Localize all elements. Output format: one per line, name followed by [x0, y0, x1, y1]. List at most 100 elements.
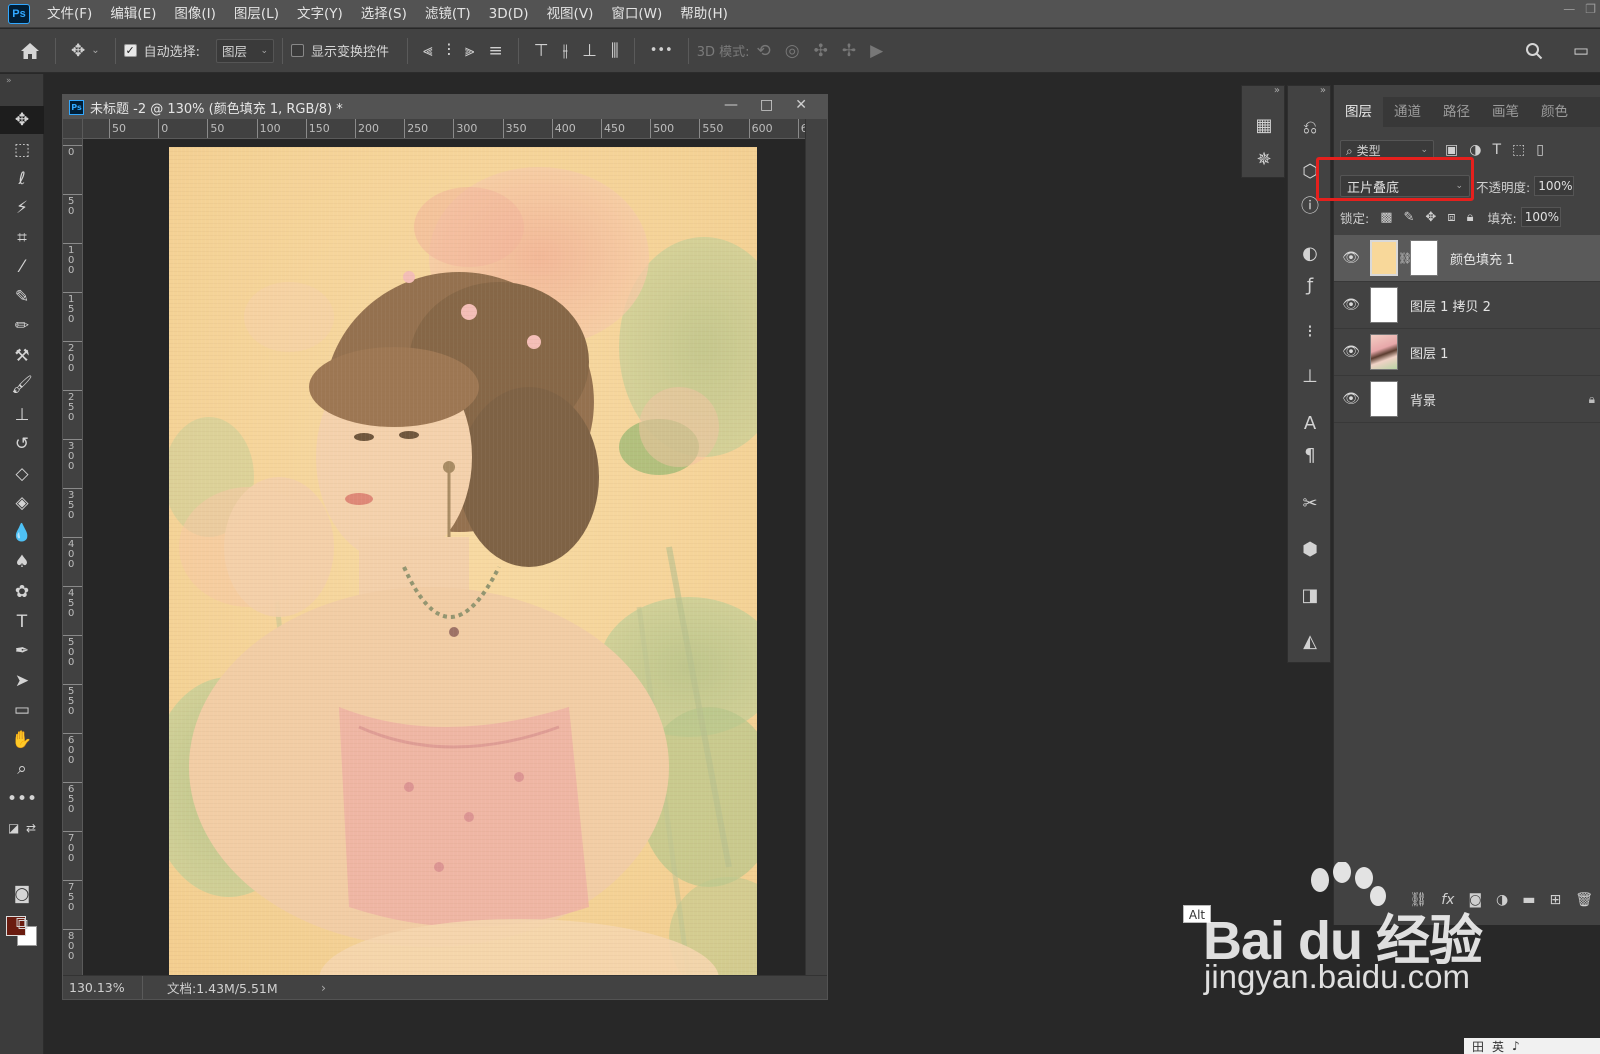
- new-adjustment-layer-icon[interactable]: ◑: [1496, 892, 1508, 908]
- distribute-vertical-icon[interactable]: ≡: [488, 41, 502, 61]
- path-selection-tool-icon[interactable]: ➤: [0, 667, 44, 695]
- punctuation-icon[interactable]: ♪: [1512, 1039, 1520, 1053]
- doc-close-icon[interactable]: ✕: [795, 97, 807, 113]
- 3d-roll-icon[interactable]: ◎: [785, 41, 800, 61]
- ime-language[interactable]: 英: [1492, 1038, 1504, 1054]
- ime-toolbar[interactable]: 田 英 ♪: [1464, 1038, 1600, 1054]
- paint-bucket-tool-icon[interactable]: ◈: [0, 489, 44, 517]
- lock-all-icon[interactable]: 🔒︎: [1467, 210, 1474, 225]
- history-brush-tool-icon[interactable]: ↺: [0, 430, 44, 458]
- chain-link-icon[interactable]: ⛓︎: [1398, 252, 1412, 265]
- align-bottom-icon[interactable]: ⊥: [582, 41, 597, 61]
- menu-file[interactable]: 文件(F): [38, 0, 101, 28]
- character-icon[interactable]: A: [1288, 408, 1332, 438]
- show-transform-checkbox[interactable]: [291, 44, 305, 57]
- type-tool-icon[interactable]: T: [0, 608, 44, 636]
- doc-minimize-icon[interactable]: —: [724, 97, 738, 113]
- blur-tool-icon[interactable]: 💧: [0, 519, 44, 547]
- lock-image-icon[interactable]: ✎: [1404, 210, 1415, 225]
- tool-presets-icon[interactable]: ✂: [1288, 488, 1332, 518]
- layer-mask-thumbnail[interactable]: [1410, 240, 1438, 276]
- auto-select-checkbox[interactable]: [123, 44, 137, 57]
- tab-color[interactable]: 颜色: [1530, 97, 1579, 127]
- 3d-camera-icon[interactable]: ▶: [870, 41, 883, 61]
- lock-icon[interactable]: 🔒︎: [1589, 392, 1595, 407]
- brush-tool-icon[interactable]: 🖌: [0, 371, 44, 399]
- align-middle-v-icon[interactable]: ⫲: [563, 41, 569, 61]
- menu-filter[interactable]: 滤镜(T): [416, 0, 480, 28]
- filter-type-icon[interactable]: T: [1492, 142, 1501, 158]
- lock-artboard-icon[interactable]: ⧈: [1447, 210, 1455, 225]
- filter-smart-object-icon[interactable]: ▯: [1536, 142, 1544, 158]
- more-tools-icon[interactable]: •••: [0, 785, 44, 813]
- more-options-icon[interactable]: •••: [650, 43, 673, 58]
- eyedropper-tool-icon[interactable]: ⁄: [0, 253, 44, 281]
- visibility-eye-icon[interactable]: 👁︎: [1334, 391, 1368, 407]
- doc-maximize-icon[interactable]: □: [760, 97, 773, 113]
- layer-row-layer1[interactable]: 👁︎ 图层 1: [1334, 329, 1600, 376]
- 3d-cube-icon[interactable]: ⬢: [1288, 534, 1332, 564]
- menu-select[interactable]: 选择(S): [352, 0, 416, 28]
- collapse-icon[interactable]: »: [1288, 86, 1332, 98]
- rectangle-tool-icon[interactable]: ▭: [0, 696, 44, 724]
- distribute-horizontal-icon[interactable]: ⫼: [611, 41, 619, 61]
- layer-row-background[interactable]: 👁︎ 背景 🔒︎: [1334, 376, 1600, 423]
- hand-tool-icon[interactable]: ✋: [0, 726, 44, 754]
- new-layer-icon[interactable]: ⊞: [1549, 892, 1561, 908]
- dodge-tool-icon[interactable]: ♠: [0, 548, 44, 576]
- magic-wand-tool-icon[interactable]: ⚡: [0, 194, 44, 222]
- filter-adjustment-icon[interactable]: ◑: [1469, 142, 1481, 158]
- 3d-orbit-icon[interactable]: ⟲: [757, 41, 771, 61]
- move-tool-preset-icon[interactable]: ✥ ⌄: [71, 41, 100, 61]
- menu-3d[interactable]: 3D(D): [480, 0, 538, 28]
- tab-brushes[interactable]: 画笔: [1481, 97, 1530, 127]
- new-group-icon[interactable]: ▬: [1522, 892, 1535, 908]
- info-icon[interactable]: ⓘ: [1288, 190, 1332, 220]
- align-center-h-icon[interactable]: ⫶: [447, 41, 451, 61]
- lasso-tool-icon[interactable]: ℓ: [0, 165, 44, 193]
- horizontal-ruler[interactable]: 5005010015020025030035040045050055060065: [83, 119, 805, 139]
- swap-colors-icon[interactable]: ◪ ⇄: [0, 814, 44, 842]
- collapse-icon[interactable]: »: [6, 76, 12, 86]
- 3d-object-icon[interactable]: ⬡: [1288, 156, 1332, 186]
- minimize-icon[interactable]: —: [1563, 2, 1575, 16]
- brush-settings-icon[interactable]: ⁝: [1288, 316, 1332, 346]
- stamp-tool-icon[interactable]: ⊥: [0, 401, 44, 429]
- pencil-tool-icon[interactable]: ✏: [0, 312, 44, 340]
- healing-brush-tool-icon[interactable]: ✎: [0, 283, 44, 311]
- layer-row-layer1-copy2[interactable]: 👁︎ 图层 1 拷贝 2: [1334, 282, 1600, 329]
- layer-comps-icon[interactable]: ◭: [1288, 626, 1332, 656]
- menu-window[interactable]: 窗口(W): [602, 0, 671, 28]
- workspace-icon[interactable]: ▭: [1573, 41, 1589, 61]
- pen-tool-icon[interactable]: ✒: [0, 637, 44, 665]
- properties-icon[interactable]: ◨: [1288, 580, 1332, 610]
- vertical-ruler[interactable]: 0 50 100 150 200 250 300 350 400 450 500 550 600 650 7…: [63, 139, 83, 975]
- visibility-eye-icon[interactable]: 👁︎: [1334, 344, 1368, 360]
- menu-edit[interactable]: 编辑(E): [101, 0, 165, 28]
- menu-view[interactable]: 视图(V): [538, 0, 603, 28]
- ruler-origin[interactable]: [63, 119, 83, 139]
- menu-help[interactable]: 帮助(H): [671, 0, 737, 28]
- clone-source-icon[interactable]: ⊥: [1288, 361, 1332, 391]
- layer-row-color-fill[interactable]: 👁︎ ⛓︎ 颜色填充 1: [1334, 235, 1600, 282]
- collapse-icon[interactable]: [1334, 85, 1600, 97]
- tab-channels[interactable]: 通道: [1383, 97, 1432, 127]
- vertical-scrollbar[interactable]: [805, 119, 827, 975]
- lock-transparent-icon[interactable]: ▩: [1380, 210, 1392, 225]
- fill-input[interactable]: 100%: [1520, 207, 1561, 227]
- sponge-tool-icon[interactable]: ✿: [0, 578, 44, 606]
- history-icon[interactable]: ⎌: [1288, 112, 1332, 142]
- move-tool-icon[interactable]: ✥: [0, 106, 44, 134]
- visibility-eye-icon[interactable]: 👁︎: [1334, 250, 1368, 266]
- quick-mask-icon[interactable]: ◙: [0, 880, 44, 908]
- align-right-icon[interactable]: ⫸: [465, 41, 475, 61]
- document-title-bar[interactable]: Ps 未标题 -2 @ 130% (颜色填充 1, RGB/8) * — □ ✕: [63, 95, 827, 119]
- eraser-tool-icon[interactable]: ◇: [0, 460, 44, 488]
- align-left-icon[interactable]: ⫷: [423, 41, 433, 61]
- visibility-eye-icon[interactable]: 👁︎: [1334, 297, 1368, 313]
- canvas-area[interactable]: [83, 139, 805, 979]
- adjustments-icon[interactable]: ◐: [1288, 238, 1332, 268]
- status-menu-arrow[interactable]: ›: [321, 980, 326, 995]
- screen-mode-icon[interactable]: ⧉: [0, 910, 44, 938]
- clone-stamp-tool-icon[interactable]: ⚒: [0, 342, 44, 370]
